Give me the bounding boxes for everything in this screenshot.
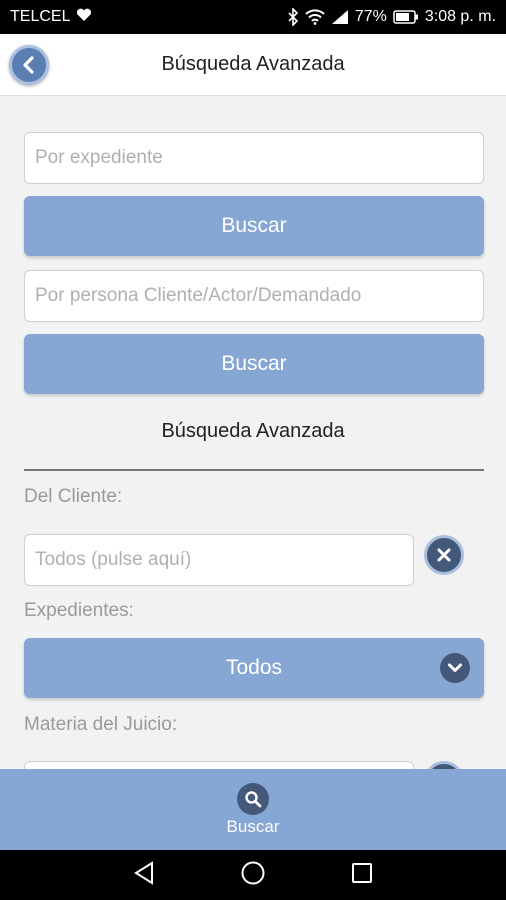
status-bar: TELCEL 77% 3:08 p. m. — [0, 0, 506, 34]
page-title: Búsqueda Avanzada — [161, 53, 345, 75]
heart-icon — [76, 8, 92, 27]
search-icon — [237, 782, 269, 815]
battery-percent: 77% — [354, 8, 387, 25]
nav-recents-icon[interactable] — [351, 862, 373, 889]
nav-home-icon[interactable] — [240, 860, 266, 891]
clock-time: 3:08 p. m. — [424, 8, 496, 25]
chevron-left-icon — [23, 56, 34, 74]
status-right: 77% 3:08 p. m. — [287, 8, 496, 26]
expediente-search-button[interactable]: Buscar — [24, 196, 484, 256]
nav-back-icon[interactable] — [133, 860, 155, 890]
advanced-search-title: Búsqueda Avanzada — [161, 420, 345, 442]
wifi-icon — [305, 9, 325, 25]
materia-input[interactable] — [24, 761, 414, 769]
bottom-search-label: Buscar — [226, 816, 280, 836]
battery-icon — [393, 10, 419, 24]
expediente-search-input[interactable] — [24, 132, 484, 184]
materia-label: Materia del Juicio: — [24, 714, 178, 735]
bluetooth-icon — [287, 8, 299, 26]
signal-icon — [331, 9, 349, 25]
clear-materia-button[interactable] — [424, 761, 464, 769]
cliente-input[interactable] — [24, 534, 414, 586]
persona-search-input[interactable] — [24, 270, 484, 322]
bottom-search-button[interactable]: Buscar — [0, 769, 506, 850]
back-button[interactable] — [9, 45, 49, 85]
expedientes-selected-value: Todos — [225, 656, 283, 679]
carrier-name: TELCEL — [10, 8, 71, 25]
expedientes-label: Expedientes: — [24, 600, 134, 621]
app-header: Búsqueda Avanzada — [0, 34, 506, 96]
expedientes-select[interactable]: Todos — [24, 638, 484, 698]
system-nav-bar — [0, 850, 506, 900]
persona-search-button[interactable]: Buscar — [24, 334, 484, 394]
section-divider — [24, 469, 484, 471]
clear-cliente-button[interactable] — [424, 535, 464, 575]
close-icon — [437, 548, 451, 562]
chevron-down-icon — [440, 653, 470, 683]
status-left: TELCEL — [10, 8, 92, 27]
cliente-label: Del Cliente: — [24, 486, 123, 507]
search-form: Buscar Buscar Búsqueda Avanzada Del Clie… — [0, 97, 506, 769]
